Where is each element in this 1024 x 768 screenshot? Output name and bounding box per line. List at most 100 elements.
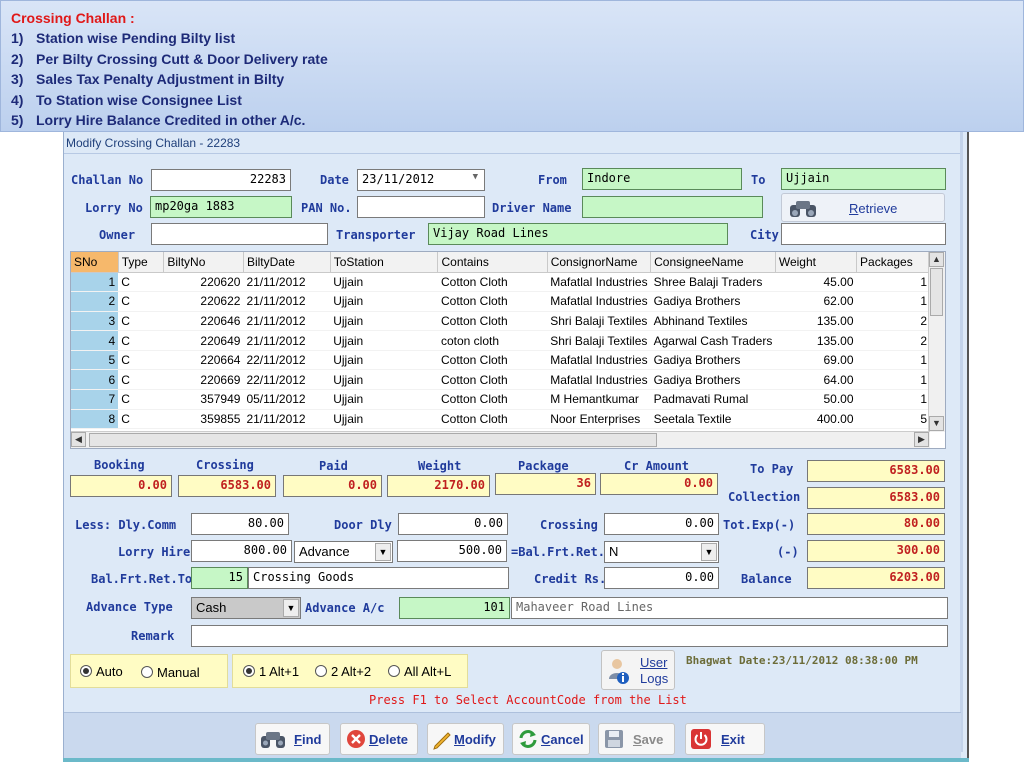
grid-cell: C <box>118 350 164 371</box>
grid-cell: Mafatlal Industries <box>547 291 651 312</box>
from-field[interactable]: Indore <box>582 168 742 190</box>
owner-field[interactable] <box>151 223 328 245</box>
advance-ac-code[interactable]: 101 <box>399 597 510 619</box>
remark-label: Remark <box>131 629 175 643</box>
grid-cell: Cotton Cloth <box>437 311 548 332</box>
alt2-radio[interactable]: 2 Alt+2 <box>315 664 371 679</box>
scroll-down-icon[interactable]: ▼ <box>929 416 944 431</box>
cancel-button[interactable]: Cancel <box>512 723 590 755</box>
collection-label: Collection <box>728 490 801 504</box>
binoculars-icon <box>261 732 285 748</box>
grid-row[interactable]: 8 C 359855 21/11/2012 Ujjain Cotton Cloth Noor… <box>71 409 945 430</box>
grid-column-header[interactable]: Packages <box>856 252 931 273</box>
scroll-right-icon[interactable]: ▶ <box>914 432 929 447</box>
credit-field[interactable]: 0.00 <box>604 567 719 589</box>
city-field[interactable] <box>781 223 946 245</box>
grid-row[interactable]: 5 C 220664 22/11/2012 Ujjain Cotton Cloth Mafa… <box>71 350 945 371</box>
date-picker[interactable]: 23/11/2012 ▼ <box>357 169 485 191</box>
bilty-grid[interactable]: SNo Type BiltyNo BiltyDate ToStation Contains… <box>70 251 946 449</box>
grid-row[interactable]: 7 C 357949 05/11/2012 Ujjain Cotton Cloth M He… <box>71 389 945 410</box>
grid-horizontal-scrollbar[interactable]: ◀ ▶ <box>71 431 930 448</box>
horizontal-scroll-thumb[interactable] <box>89 433 657 447</box>
grid-column-header[interactable]: SNo <box>71 252 119 273</box>
grid-row[interactable]: 2 C 220622 21/11/2012 Ujjain Cotton Cloth Mafa… <box>71 291 945 312</box>
auto-radio[interactable]: Auto <box>80 664 123 679</box>
bal-frt-ret-value: N <box>609 544 619 559</box>
balance-value: 6203.00 <box>807 567 945 589</box>
grid-header-row: SNo Type BiltyNo BiltyDate ToStation Contains… <box>71 252 945 273</box>
grid-column-header[interactable]: ConsignorName <box>547 252 652 273</box>
power-icon <box>691 729 711 749</box>
grid-vertical-scrollbar[interactable]: ▲ ▼ <box>928 252 945 432</box>
crossing-field[interactable]: 0.00 <box>604 513 719 535</box>
chevron-down-icon: ▼ <box>283 599 299 617</box>
driver-name-field[interactable] <box>582 196 763 218</box>
exit-button[interactable]: Exit <box>685 723 765 755</box>
grid-cell: 21/11/2012 <box>243 272 331 293</box>
date-label: Date <box>320 173 349 187</box>
bal-frt-ret-to-code[interactable]: 15 <box>191 567 248 589</box>
door-dly-field[interactable]: 0.00 <box>398 513 508 535</box>
grid-column-header[interactable]: Type <box>118 252 165 273</box>
challan-no-field[interactable]: 22283 <box>151 169 291 191</box>
save-button[interactable]: Save <box>598 723 675 755</box>
modify-button[interactable]: Modify <box>427 723 504 755</box>
grid-column-header[interactable]: ConsigneeName <box>650 252 776 273</box>
scroll-up-icon[interactable]: ▲ <box>929 252 944 267</box>
remark-field[interactable] <box>191 625 948 647</box>
bal-frt-ret-select[interactable]: N ▼ <box>604 541 719 563</box>
grid-cell: Cotton Cloth <box>437 409 548 430</box>
vertical-scroll-thumb[interactable] <box>930 268 943 316</box>
grid-row[interactable]: 1 C 220620 21/11/2012 Ujjain Cotton Cloth Mafa… <box>71 272 945 293</box>
grid-cell: 220646 <box>163 311 244 332</box>
lorry-no-field[interactable]: mp20ga 1883 <box>150 196 292 218</box>
grid-cell: Shri Balaji Textiles <box>547 311 651 332</box>
transporter-field[interactable]: Vijay Road Lines <box>428 223 728 245</box>
advance-select[interactable]: Advance ▼ <box>294 541 393 563</box>
grid-cell: Ujjain <box>330 350 438 371</box>
grid-column-header[interactable]: Contains <box>437 252 548 273</box>
advance-amount-field[interactable]: 500.00 <box>397 540 507 562</box>
retrieve-button[interactable]: Retrieve <box>781 193 945 222</box>
grid-column-header[interactable]: BiltyDate <box>243 252 331 273</box>
grid-cell: 135.00 <box>775 311 857 332</box>
delete-button[interactable]: Delete <box>340 723 418 755</box>
grid-cell: Ujjain <box>330 389 438 410</box>
grid-row[interactable]: 3 C 220646 21/11/2012 Ujjain Cotton Cloth Shri… <box>71 311 945 332</box>
grid-cell: C <box>118 369 164 391</box>
find-button[interactable]: Find <box>255 723 330 755</box>
grid-cell: 22/11/2012 <box>243 350 331 371</box>
chevron-down-icon[interactable]: ▼ <box>473 172 478 182</box>
grid-cell: 2 <box>856 311 931 332</box>
grid-column-header[interactable]: BiltyNo <box>163 252 244 273</box>
pan-label: PAN No. <box>301 201 352 215</box>
grid-cell: 220669 <box>163 369 244 391</box>
scroll-left-icon[interactable]: ◀ <box>71 432 86 447</box>
driver-name-label: Driver Name <box>492 201 572 215</box>
lorry-hire-field[interactable]: 800.00 <box>191 540 292 562</box>
lorry-no-label: Lorry No <box>85 201 143 215</box>
grid-cell: 1 <box>856 291 931 312</box>
paid-label: Paid <box>319 459 348 473</box>
modify-label: Modify <box>454 732 496 747</box>
grid-column-header[interactable]: Weight <box>775 252 858 273</box>
grid-row[interactable]: 4 C 220649 21/11/2012 Ujjain coton cloth Shri … <box>71 330 945 351</box>
all-alt-l-radio[interactable]: All Alt+L <box>388 664 451 679</box>
pan-field[interactable] <box>357 196 485 218</box>
screen: Crossing Challan : 1) Station wise Pendin… <box>0 0 1024 768</box>
grid-row[interactable]: 6 C 220669 22/11/2012 Ujjain Cotton Cloth Mafa… <box>71 369 945 391</box>
alt1-radio[interactable]: 1 Alt+1 <box>243 664 299 679</box>
grid-cell: 220620 <box>163 272 244 293</box>
manual-radio[interactable]: Manual <box>141 665 200 680</box>
feature-item: 3) Sales Tax Penalty Adjustment in Bilty <box>11 71 285 87</box>
to-field[interactable]: Ujjain <box>781 168 946 190</box>
grid-cell: 7 <box>71 389 119 410</box>
dly-comm-field[interactable]: 80.00 <box>191 513 289 535</box>
radio-empty-icon <box>141 666 153 678</box>
advance-type-select[interactable]: Cash ▼ <box>191 597 301 619</box>
grid-column-header[interactable]: ToStation <box>330 252 439 273</box>
user-date-status: Bhagwat Date:23/11/2012 08:38:00 PM <box>686 654 918 667</box>
grid-cell: Mafatlal Industries <box>547 272 651 293</box>
user-logs-button[interactable]: User Logs <box>601 650 675 690</box>
user-logs-line1: User <box>640 655 668 670</box>
